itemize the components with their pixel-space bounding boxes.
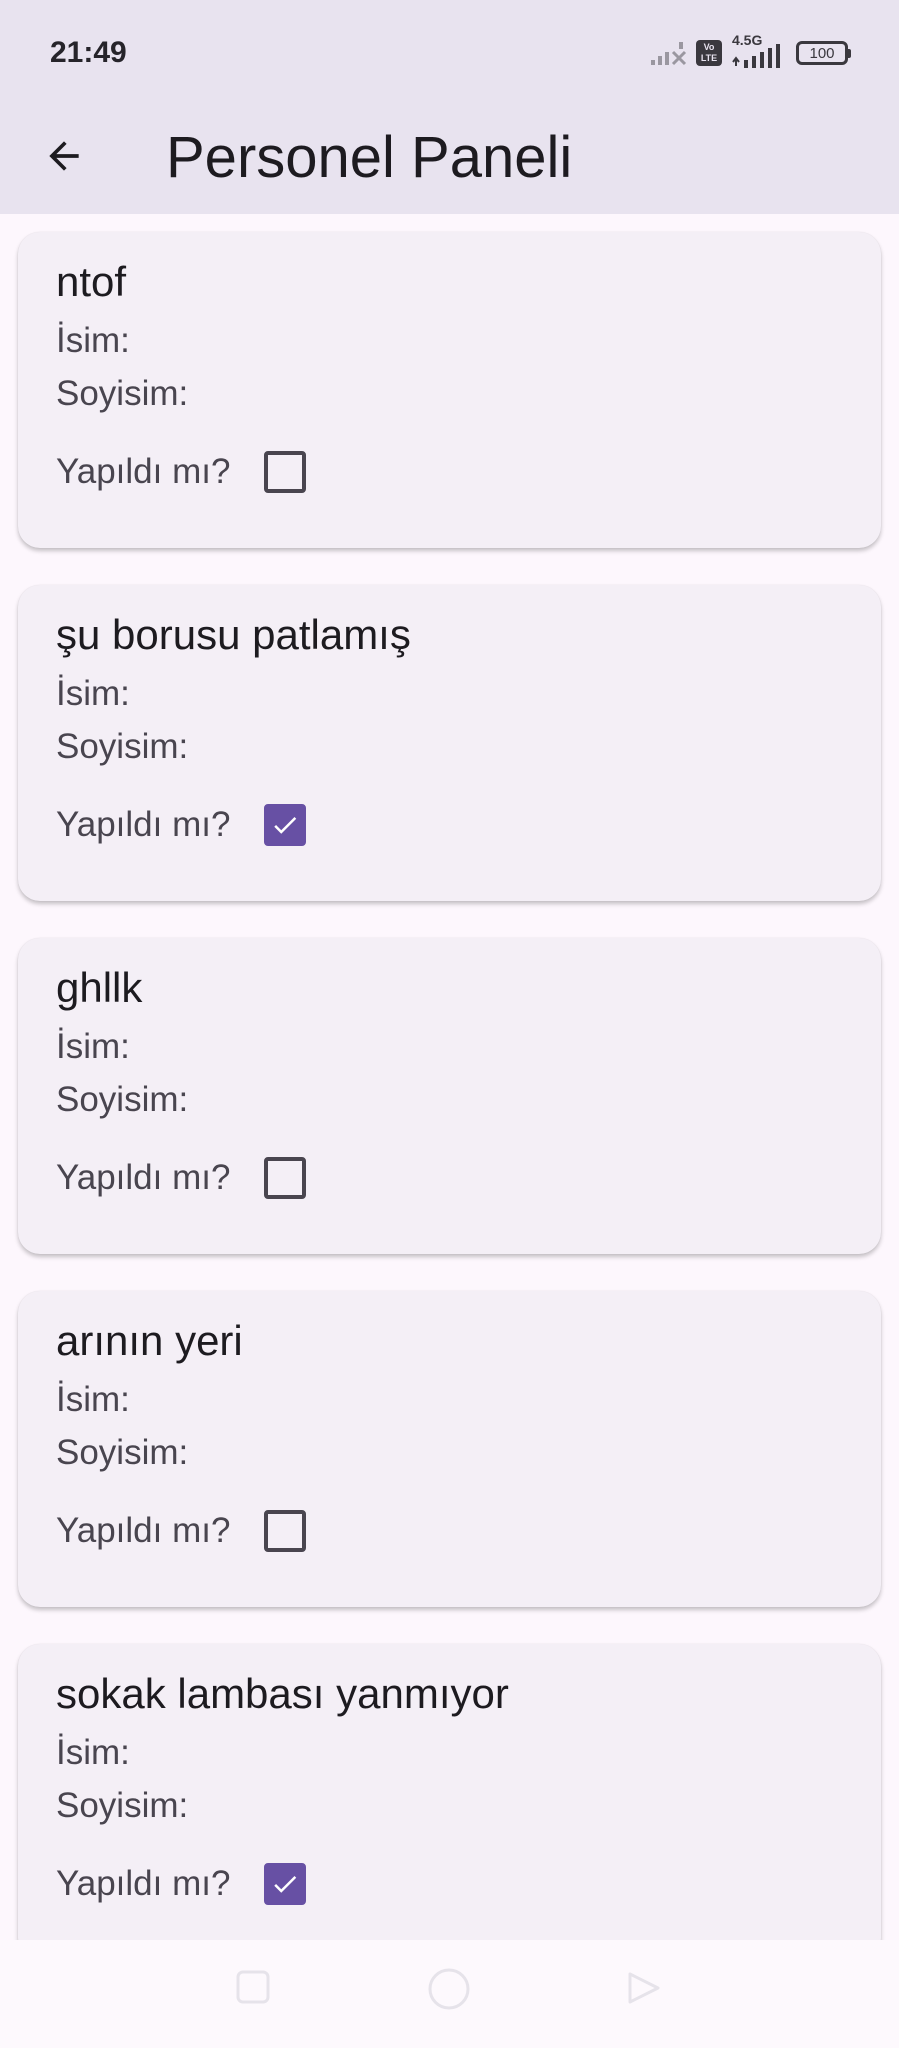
task-title: ghllk (56, 964, 143, 1011)
done-row: Yapıldı mı? (56, 446, 307, 498)
done-checkbox[interactable] (264, 804, 307, 846)
surname-label: Soyisim: (56, 1433, 189, 1472)
name-label: İsim: (56, 321, 130, 360)
task-title: ntof (56, 258, 127, 305)
signal-off-icon (651, 42, 687, 66)
battery-icon: 100 (796, 41, 851, 65)
system-nav-bar (0, 1940, 899, 2048)
done-checkbox[interactable] (264, 451, 307, 493)
task-card: sokak lambası yanmıyor İsim: Soyisim: Ya… (18, 1644, 881, 1960)
page-title: Personel Paneli (166, 125, 573, 190)
name-label: İsim: (56, 1733, 130, 1772)
home-button[interactable] (426, 1966, 472, 2017)
status-icons: Vo LTE 4.5G 100 (650, 32, 851, 70)
done-label: Yapıldı mı? (56, 1511, 231, 1550)
app-bar: Personel Paneli (0, 108, 899, 214)
surname-label: Soyisim: (56, 727, 189, 766)
battery-level: 100 (809, 44, 835, 62)
surname-label: Soyisim: (56, 1786, 189, 1825)
network-signal: 4.5G (730, 32, 788, 70)
done-label: Yapıldı mı? (56, 1864, 231, 1903)
triangle-back-icon (628, 1972, 660, 2004)
done-label: Yapıldı mı? (56, 1158, 231, 1197)
check-icon (274, 1875, 297, 1893)
task-title: sokak lambası yanmıyor (56, 1670, 509, 1717)
status-time: 21:49 (50, 36, 127, 69)
task-card: ghllk İsim: Soyisim: Yapıldı mı? (18, 938, 881, 1254)
surname-label: Soyisim: (56, 1080, 189, 1119)
done-row: Yapıldı mı? (56, 1505, 307, 1557)
arrow-left-icon (49, 141, 79, 171)
task-title: şu borusu patlamış (56, 611, 411, 658)
recents-button[interactable] (234, 1968, 272, 2011)
name-label: İsim: (56, 1027, 130, 1066)
done-row: Yapıldı mı? (56, 1152, 307, 1204)
done-checkbox[interactable] (264, 1157, 307, 1199)
done-label: Yapıldı mı? (56, 805, 231, 844)
volte-icon: Vo LTE (696, 40, 722, 66)
name-label: İsim: (56, 674, 130, 713)
volte-label: Vo LTE (700, 42, 718, 63)
signal-bars-icon (732, 44, 780, 68)
name-label: İsim: (56, 1380, 130, 1419)
done-checkbox[interactable] (264, 1863, 307, 1905)
back-button[interactable] (34, 126, 94, 186)
done-row: Yapıldı mı? (56, 799, 307, 851)
task-card: ntof İsim: Soyisim: Yapıldı mı? (18, 232, 881, 548)
surname-label: Soyisim: (56, 374, 189, 413)
square-recents-icon (236, 1970, 270, 2004)
task-card: şu borusu patlamış İsim: Soyisim: Yapıld… (18, 585, 881, 901)
circle-home-icon (428, 1968, 470, 2010)
status-bar: 21:49 Vo LTE 4.5G 100 (0, 0, 899, 108)
done-checkbox[interactable] (264, 1510, 307, 1552)
task-list: ntof İsim: Soyisim: Yapıldı mı? şu borus… (18, 232, 881, 1997)
task-title: arının yeri (56, 1317, 243, 1364)
task-card: arının yeri İsim: Soyisim: Yapıldı mı? (18, 1291, 881, 1607)
done-label: Yapıldı mı? (56, 452, 231, 491)
nav-back-button[interactable] (624, 1968, 664, 2013)
check-icon (274, 816, 297, 834)
done-row: Yapıldı mı? (56, 1858, 307, 1910)
